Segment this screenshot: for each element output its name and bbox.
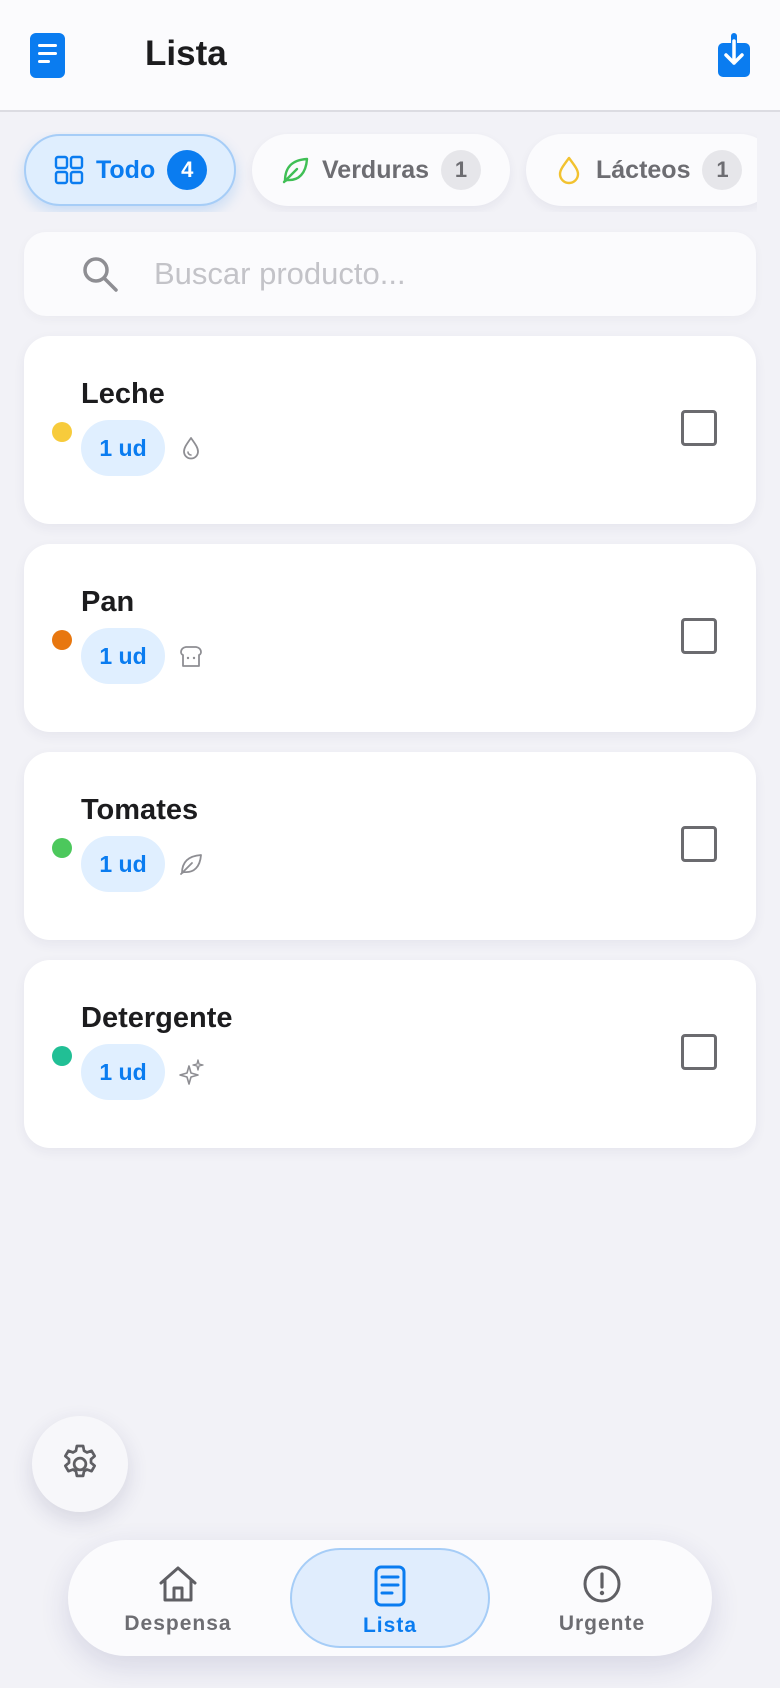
filter-chip-todo[interactable]: Todo 4 <box>24 134 236 206</box>
leaf-icon <box>180 854 202 875</box>
settings-button[interactable] <box>32 1416 128 1512</box>
filter-count-badge: 1 <box>441 150 482 190</box>
list-item-detergente[interactable]: Detergente 1 ud <box>24 960 756 1148</box>
top-bar: Lista <box>0 0 780 112</box>
category-dot <box>52 838 72 858</box>
house-icon <box>159 1566 197 1602</box>
category-dot <box>52 422 72 442</box>
search-icon <box>83 257 118 292</box>
tab-despensa[interactable]: Despensa <box>78 1548 278 1648</box>
filter-chip-label: Verduras <box>322 155 430 184</box>
drop-icon <box>183 437 199 460</box>
filter-chip-label: Todo <box>96 155 156 184</box>
alert-circle-icon <box>583 1565 621 1603</box>
gear-icon <box>63 1444 97 1478</box>
search-bar <box>24 232 756 316</box>
category-filter-bar: Todo 4 Verduras 1 Lácteos 1 <box>0 132 757 212</box>
list-item-leche[interactable]: Leche 1 ud <box>24 336 756 524</box>
quantity-badge[interactable]: 1 ud <box>81 836 165 892</box>
leaf-icon <box>282 157 309 184</box>
filter-chip-verduras[interactable]: Verduras 1 <box>252 134 510 206</box>
item-checkbox[interactable] <box>681 1034 717 1070</box>
bread-icon <box>180 646 202 667</box>
sparkles-icon <box>179 1059 204 1085</box>
list-document-icon <box>30 33 65 78</box>
quantity-badge[interactable]: 1 ud <box>81 1044 165 1100</box>
item-checkbox[interactable] <box>681 618 717 654</box>
grid-icon <box>54 155 84 185</box>
filter-count-badge: 1 <box>702 150 743 190</box>
tab-label: Urgente <box>558 1612 646 1635</box>
list-item-pan[interactable]: Pan 1 ud <box>24 544 756 732</box>
item-checkbox[interactable] <box>681 826 717 862</box>
drop-icon <box>558 156 580 185</box>
item-name: Tomates <box>81 794 199 826</box>
filter-chip-label: Lácteos <box>596 155 691 184</box>
item-name: Detergente <box>81 1002 233 1034</box>
filter-count-badge: 4 <box>167 150 208 190</box>
list-document-icon <box>374 1565 406 1607</box>
app-screen: Lista Todo 4 Verduras 1 Lácteos 1 Buscar… <box>0 0 780 1688</box>
item-name: Pan <box>81 586 135 618</box>
filter-chip-lacteos[interactable]: Lácteos 1 <box>526 134 757 206</box>
quantity-badge[interactable]: 1 ud <box>81 628 165 684</box>
tab-lista[interactable]: Lista <box>290 1548 490 1648</box>
item-checkbox[interactable] <box>681 410 717 446</box>
tab-label: Lista <box>362 1614 417 1637</box>
download-icon[interactable] <box>718 33 750 77</box>
tab-urgente[interactable]: Urgente <box>502 1548 702 1648</box>
page-title: Lista <box>145 34 227 73</box>
item-name: Leche <box>81 378 165 410</box>
category-dot <box>52 1046 72 1066</box>
list-item-tomates[interactable]: Tomates 1 ud <box>24 752 756 940</box>
tab-label: Despensa <box>124 1612 232 1635</box>
search-input[interactable] <box>154 246 714 302</box>
bottom-tab-bar: Despensa Lista Urgente <box>68 1540 712 1656</box>
quantity-badge[interactable]: 1 ud <box>81 420 165 476</box>
category-dot <box>52 630 72 650</box>
